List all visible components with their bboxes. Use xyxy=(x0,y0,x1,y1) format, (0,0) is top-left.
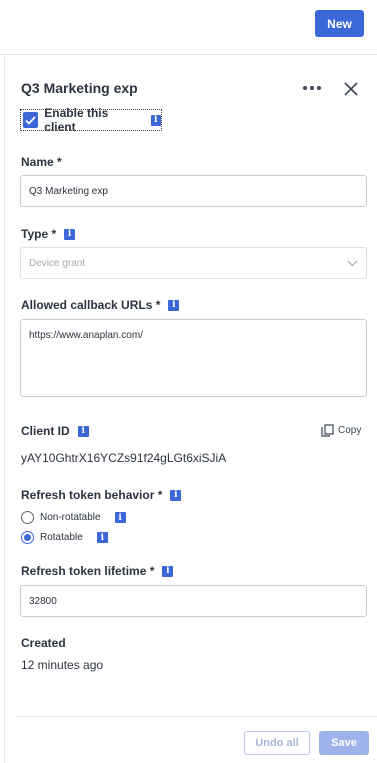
client-id-label: Client ID i xyxy=(21,424,89,438)
info-icon[interactable]: i xyxy=(150,114,161,126)
type-label-text: Type * xyxy=(21,227,57,241)
lifetime-label-text: Refresh token lifetime * xyxy=(21,564,155,578)
radio-button[interactable] xyxy=(21,531,34,544)
info-icon[interactable]: i xyxy=(168,299,180,311)
copy-button[interactable]: Copy xyxy=(321,424,361,437)
lifetime-label: Refresh token lifetime * i xyxy=(21,564,174,578)
undo-all-button[interactable]: Undo all xyxy=(244,731,310,755)
created-value: 12 minutes ago xyxy=(21,658,104,672)
radio-rotatable[interactable]: Rotatable i xyxy=(21,531,108,544)
close-icon[interactable] xyxy=(342,80,360,98)
footer-divider xyxy=(16,716,377,717)
refresh-behavior-label: Refresh token behavior * i xyxy=(21,488,182,502)
type-select-placeholder: Device grant xyxy=(29,257,86,269)
lifetime-input[interactable]: 32800 xyxy=(20,585,367,617)
radio-non-rotatable[interactable]: Non-rotatable i xyxy=(21,511,126,524)
name-label: Name * xyxy=(21,155,62,169)
copy-icon xyxy=(321,424,334,437)
radio-button[interactable] xyxy=(21,511,34,524)
callback-label-text: Allowed callback URLs * xyxy=(21,298,161,312)
enable-client-toggle[interactable]: Enable this client i xyxy=(20,106,162,134)
client-id-value: yAY10GhtrX16YCZs91f24gLGt6xiSJiA xyxy=(21,451,227,465)
radio-label: Rotatable xyxy=(40,532,83,543)
callback-urls-textarea[interactable]: https://www.anaplan.com/ xyxy=(20,319,367,397)
name-input[interactable]: Q3 Marketing exp xyxy=(20,175,367,207)
name-label-text: Name * xyxy=(21,155,62,169)
callback-label: Allowed callback URLs * i xyxy=(21,298,180,312)
enable-client-label: Enable this client xyxy=(44,106,109,134)
type-label: Type * i xyxy=(21,227,76,241)
more-options-icon[interactable] xyxy=(303,86,321,90)
top-bar: New xyxy=(0,0,377,55)
info-icon[interactable]: i xyxy=(170,489,182,501)
info-icon[interactable]: i xyxy=(64,228,76,240)
save-button[interactable]: Save xyxy=(319,731,369,755)
panel-title: Q3 Marketing exp xyxy=(21,80,138,96)
created-label: Created xyxy=(21,636,66,650)
created-label-text: Created xyxy=(21,636,66,650)
chevron-down-icon xyxy=(347,260,358,266)
info-icon[interactable]: i xyxy=(114,512,126,523)
enable-client-checkbox[interactable] xyxy=(23,112,39,128)
info-icon[interactable]: i xyxy=(77,425,89,437)
copy-label: Copy xyxy=(338,425,362,436)
type-select[interactable]: Device grant xyxy=(20,247,367,279)
info-icon[interactable]: i xyxy=(162,565,174,577)
refresh-behavior-label-text: Refresh token behavior * xyxy=(21,488,163,502)
new-button[interactable]: New xyxy=(315,10,364,37)
check-icon xyxy=(25,115,36,125)
radio-label: Non-rotatable xyxy=(40,512,101,523)
client-id-label-text: Client ID xyxy=(21,424,70,438)
info-icon[interactable]: i xyxy=(96,532,108,543)
